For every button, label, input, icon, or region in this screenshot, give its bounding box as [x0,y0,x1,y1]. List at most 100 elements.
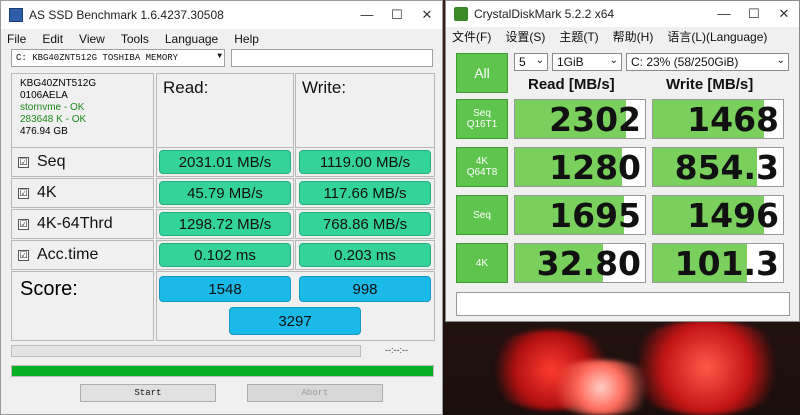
seq-read-result: 1695 [514,195,646,235]
close-button[interactable]: ✕ [412,7,442,23]
driver-status: stornvme - OK [20,102,85,113]
window-title: CrystalDiskMark 5.2.2 x64 [474,7,615,21]
result-value: 32.80 [536,243,641,283]
chevron-down-icon: ▼ [217,52,222,61]
all-button[interactable]: All [456,53,508,93]
results-grid: KBG40ZNT512G 0106AELA stornvme - OK 2836… [11,73,435,341]
minimize-button[interactable]: — [352,7,382,23]
row-label: 4K [37,184,57,201]
4k-q64t8-read-result: 1280 [514,147,646,187]
test-row-4k[interactable]: ☑ 4K [11,178,154,208]
drive-select-value: C: 23% (58/250GiB) [631,55,739,69]
result-value: 1280 [549,147,641,187]
seq-q16t1-read-result: 2302 [514,99,646,139]
row-label: Seq [37,153,66,170]
drive-info-panel: KBG40ZNT512G 0106AELA stornvme - OK 2836… [11,73,154,151]
result-value: 101.3 [674,243,779,283]
acc-write-value: 0.203 ms [299,243,431,267]
menu-tools[interactable]: Tools [121,32,149,46]
crystaldiskmark-window: CrystalDiskMark 5.2.2 x64 — ☐ ✕ 文件(F) 设置… [445,0,800,322]
test-progress-bar [11,345,361,357]
menu-edit[interactable]: Edit [42,32,63,46]
cdm-menu-bar: 文件(F) 设置(S) 主题(T) 帮助(H) 语言(L)(Language) [446,27,799,45]
size-select[interactable]: 1GiB ⌄ [552,53,622,71]
overall-progress-bar [11,365,434,377]
size-select-value: 1GiB [557,55,584,69]
score-write: 998 [299,276,431,302]
menu-view[interactable]: View [79,32,105,46]
test-label: Seq [473,108,491,119]
test-sublabel: Q16T1 [466,119,498,130]
result-value: 2302 [549,99,641,139]
maximize-button[interactable]: ☐ [739,6,769,22]
4k-q64t8-button[interactable]: 4K Q64T8 [456,147,508,187]
elapsed-time: --:--:-- [385,345,408,355]
test-row-seq[interactable]: ☑ Seq [11,147,154,177]
result-value: 1695 [549,195,641,235]
drive-select[interactable]: C: KBG40ZNT512G TOSHIBA MEMORY ▼ [11,49,225,67]
comment-field[interactable] [456,292,790,316]
row-label: 4K-64Thrd [37,215,113,232]
seq-read-value: 2031.01 MB/s [159,150,291,174]
read-column-header: Read [MB/s] [528,76,615,93]
write-header: Write: [295,73,435,151]
minimize-button[interactable]: — [709,6,739,22]
app-icon [454,7,468,21]
menu-file[interactable]: File [7,32,26,46]
close-button[interactable]: ✕ [769,6,799,22]
app-icon [9,8,23,22]
4k-read-value: 45.79 MB/s [159,181,291,205]
menu-settings[interactable]: 设置(S) [505,28,545,45]
seq-write-result: 1496 [652,195,784,235]
seq-q16t1-button[interactable]: Seq Q16T1 [456,99,508,139]
as-ssd-window: AS SSD Benchmark 1.6.4237.30508 — ☐ ✕ Fi… [0,0,443,415]
menu-language[interactable]: Language [165,32,218,46]
4k64-read-value: 1298.72 MB/s [159,212,291,236]
menu-file[interactable]: 文件(F) [452,28,491,45]
checkbox-acc-time[interactable]: ☑ [18,249,29,261]
menu-help[interactable]: Help [234,32,259,46]
seq-button[interactable]: Seq [456,195,508,235]
score-label: Score: [11,271,154,341]
4k-write-result: 101.3 [652,243,784,283]
test-sublabel: Q64T8 [466,167,498,178]
test-label: Seq [473,209,491,221]
test-row-acc-time[interactable]: ☑ Acc.time [11,240,154,270]
maximize-button[interactable]: ☐ [382,7,412,23]
4k-q64t8-write-result: 854.3 [652,147,784,187]
row-label: Acc.time [37,246,99,263]
drive-model: KBG40ZNT512G [20,78,97,89]
menu-theme[interactable]: 主题(T) [559,28,598,45]
seq-write-value: 1119.00 MB/s [299,150,431,174]
read-header: Read: [156,73,294,151]
overall-progress-fill [12,366,433,376]
score-read: 1548 [159,276,291,302]
start-button[interactable]: Start [80,384,216,402]
checkbox-seq[interactable]: ☑ [18,156,29,168]
test-row-4k-64thrd[interactable]: ☑ 4K-64Thrd [11,209,154,239]
chevron-down-icon: ⌄ [609,55,618,66]
result-value: 854.3 [674,147,779,187]
test-label: 4K [475,156,489,167]
result-value: 1468 [687,99,779,139]
menu-help[interactable]: 帮助(H) [613,28,654,45]
abort-button[interactable]: Abort [247,384,383,402]
score-total: 3297 [229,307,361,335]
count-select-value: 5 [519,55,526,69]
menu-bar: File Edit View Tools Language Help [1,29,442,49]
drive-select[interactable]: C: 23% (58/250GiB) ⌄ [626,53,789,71]
test-label: 4K [475,257,489,269]
acc-read-value: 0.102 ms [159,243,291,267]
drive-size: 476.94 GB [20,126,68,137]
count-select[interactable]: 5 ⌄ [514,53,548,71]
wallpaper-light [541,360,661,415]
drive-text-field[interactable] [231,49,433,67]
checkbox-4k[interactable]: ☑ [18,187,29,199]
drive-select-value: C: KBG40ZNT512G TOSHIBA MEMORY [16,53,179,63]
menu-language[interactable]: 语言(L)(Language) [667,28,767,45]
4k-read-result: 32.80 [514,243,646,283]
seq-q16t1-write-result: 1468 [652,99,784,139]
4k-button[interactable]: 4K [456,243,508,283]
checkbox-4k-64thrd[interactable]: ☑ [18,218,29,230]
as-ssd-titlebar: AS SSD Benchmark 1.6.4237.30508 — ☐ ✕ [1,1,442,29]
